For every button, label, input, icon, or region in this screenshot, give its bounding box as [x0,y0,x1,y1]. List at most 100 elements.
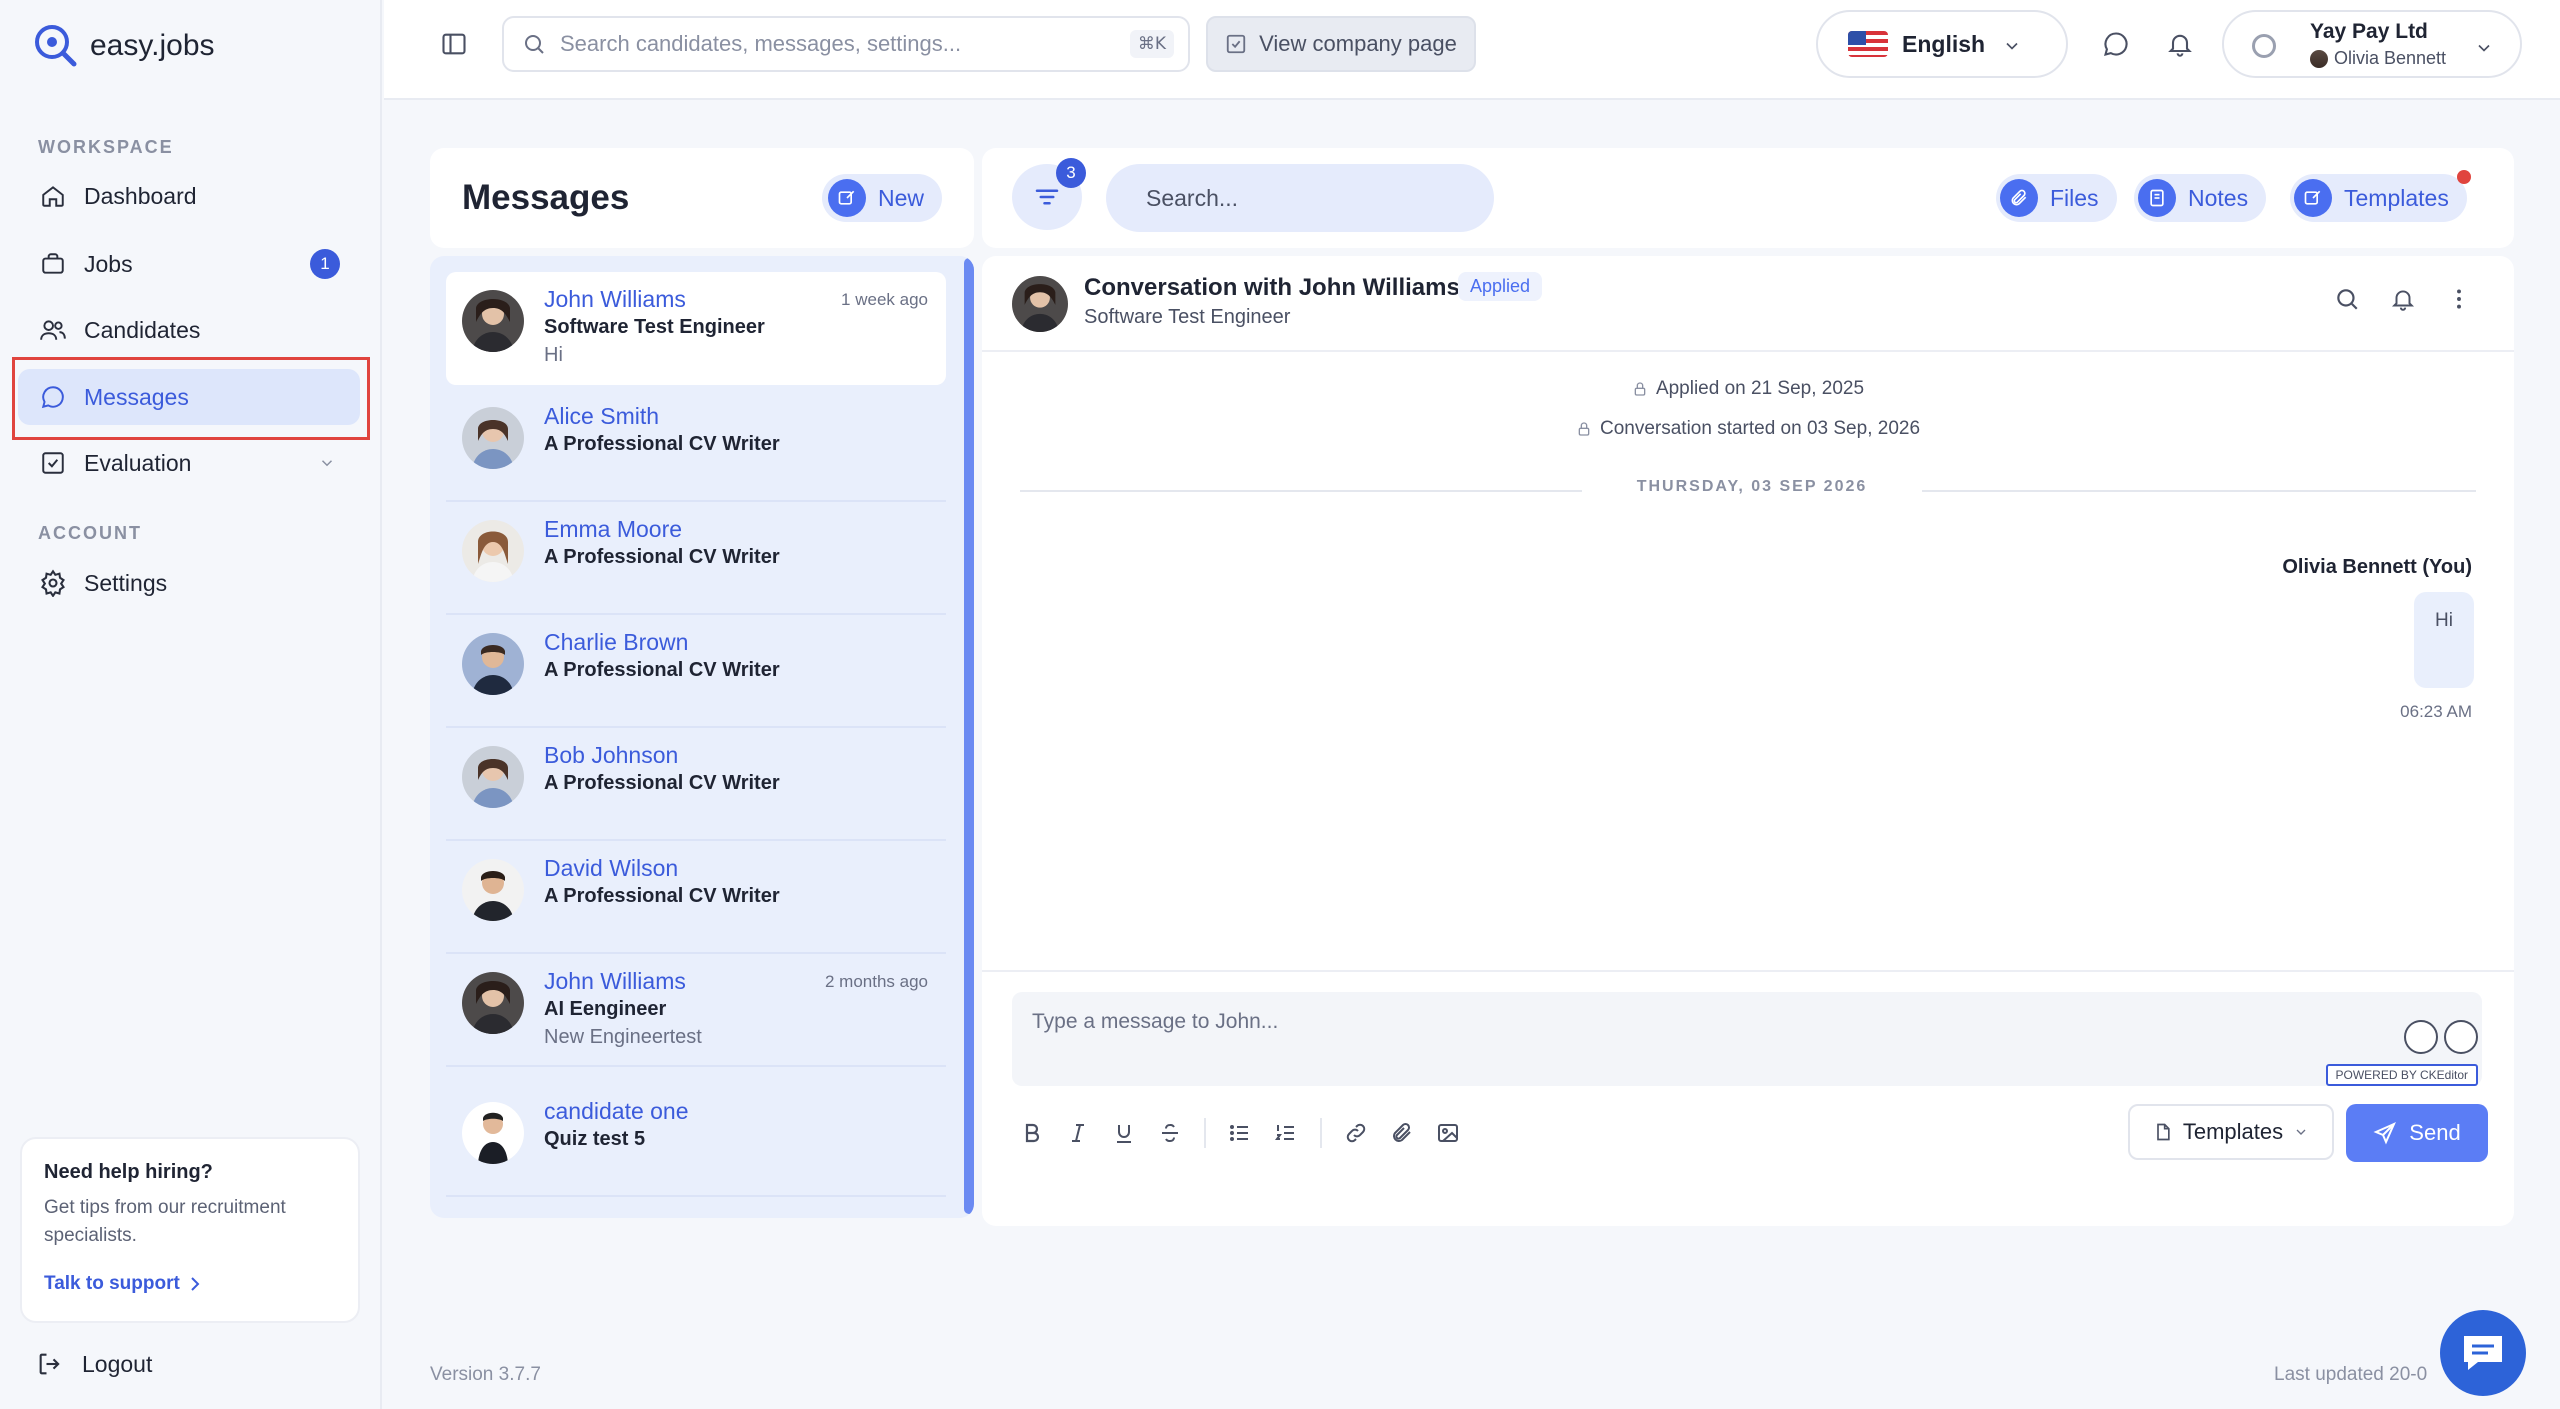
chevron-down-icon [2002,36,2022,56]
sidebar-item-candidates[interactable]: Candidates [18,302,360,358]
applied-on-line: Applied on 21 Sep, 2025 [982,378,2514,400]
view-company-page-label: View company page [1259,31,1457,56]
version-text: Version 3.7.7 [430,1364,541,1385]
notifications-button[interactable] [2166,30,2194,58]
jobs-count-badge: 1 [310,249,340,279]
search-icon[interactable] [2334,286,2360,312]
message-input[interactable]: Type a message to John... [1012,992,2482,1086]
messages-header: Messages New [430,148,974,248]
paperclip-icon[interactable] [1390,1121,1414,1145]
language-selector[interactable]: English [1816,10,2068,78]
profile-menu[interactable]: Yay Pay Ltd Olivia Bennett [2222,10,2522,78]
sidebar-item-label: Jobs [84,250,133,277]
templates-button[interactable]: Templates [2290,170,2471,222]
files-button[interactable]: Files [1996,174,2117,222]
workspace-section-label: WORKSPACE [38,137,174,157]
sidebar-item-dashboard[interactable]: Dashboard [18,168,360,224]
view-company-page-button[interactable]: View company page [1206,16,1476,72]
conversation-item[interactable]: Bob Johnson A Professional CV Writer [446,728,946,841]
avatar [462,972,524,1034]
sidebar-item-settings[interactable]: Settings [18,555,360,611]
sidebar-item-jobs[interactable]: Jobs 1 [18,236,360,292]
lock-icon [1634,382,1646,396]
link-icon[interactable] [1344,1121,1368,1145]
last-updated-text: Last updated 20-0 [2274,1364,2428,1385]
conversation-name: Emma Moore [544,516,683,542]
numbered-list-icon[interactable] [1274,1121,1298,1145]
easyjobs-logo-icon [35,25,77,67]
conversation-snippet: New Engineertest [544,1026,702,1048]
conversation-actions [2334,286,2472,312]
filter-count-badge: 3 [1056,158,1086,188]
status-badge: Applied [1458,272,1543,301]
conversation-item[interactable]: John Williams Software Test Engineer Hi … [446,272,946,385]
topbar: ⌘K View company page English Yay Pay Ltd… [384,0,2560,100]
chevron-down-icon [2474,38,2494,58]
logout-button[interactable]: Logout [36,1350,152,1378]
support-chat-button[interactable] [2440,1310,2526,1396]
strikethrough-icon[interactable] [1158,1121,1182,1145]
underline-icon[interactable] [1112,1121,1136,1145]
sidebar-item-label: Evaluation [84,449,192,476]
list-scrollbar[interactable] [964,258,974,1214]
conversation-item[interactable]: John Williams AI Eengineer New Engineert… [446,954,946,1067]
sidebar-item-label: Dashboard [84,182,197,209]
chevron-down-icon [318,454,336,472]
users-icon [38,315,68,345]
conversation-search-input[interactable]: Search... [1106,164,1494,232]
avatar [462,290,524,352]
italic-icon[interactable] [1066,1121,1090,1145]
company-name: Yay Pay Ltd [2310,20,2428,43]
bullet-list-icon[interactable] [1228,1121,1252,1145]
send-label: Send [2409,1120,2461,1145]
conversation-item[interactable]: Charlie Brown A Professional CV Writer [446,615,946,728]
conversation-name: Bob Johnson [544,742,679,768]
conversation-name: John Williams [544,968,686,994]
conversation-name: Charlie Brown [544,629,689,655]
new-message-button[interactable]: New [821,174,942,222]
notes-button[interactable]: Notes [2134,174,2267,222]
talk-to-support-link[interactable]: Talk to support [44,1273,202,1295]
formatting-toolbar [1020,1118,1460,1148]
sidebar-item-label: Settings [84,569,168,596]
edit-icon [2294,179,2332,217]
grammarly-widget[interactable] [2404,1020,2478,1054]
conversation-item[interactable]: Alice Smith A Professional CV Writer [446,389,946,502]
templates-dropdown-button[interactable]: Templates [2128,1104,2334,1160]
conversation-item[interactable]: David Wilson A Professional CV Writer [446,841,946,954]
bell-icon[interactable] [2390,286,2416,312]
global-search[interactable]: ⌘K [502,16,1190,72]
ckeditor-badge[interactable]: POWERED BY CKEditor [2325,1064,2478,1086]
help-card: Need help hiring? Get tips from our recr… [20,1137,360,1323]
more-vertical-icon[interactable] [2446,286,2472,312]
talk-to-support-label: Talk to support [44,1273,180,1294]
messages-top-button[interactable] [2102,30,2130,58]
image-icon[interactable] [1436,1121,1460,1145]
conversation-title: Conversation with John Williams [1084,274,1460,301]
global-search-input[interactable] [560,31,1100,57]
templates-label: Templates [2344,184,2449,211]
conversation-time: 1 week ago [841,290,928,309]
briefcase-icon [38,249,68,279]
message-time: 06:23 AM [2400,702,2472,721]
sidebar-toggle-button[interactable] [440,30,468,58]
brand-logo[interactable]: easy.jobs [32,22,215,70]
conversation-item[interactable]: Emma Moore A Professional CV Writer [446,502,946,615]
grammarly-icon [2444,1020,2478,1054]
lock-icon [1578,422,1590,436]
sidebar-item-evaluation[interactable]: Evaluation [18,435,360,491]
conversation-item[interactable]: candidate one Quiz test 5 [446,1084,946,1197]
paperclip-icon [2000,179,2038,217]
gear-icon [38,568,68,598]
avatar [462,407,524,469]
sidebar-toggle-icon [442,33,466,55]
templates-dropdown-label: Templates [2182,1119,2284,1144]
bold-icon[interactable] [1020,1121,1044,1145]
sidebar-item-label: Candidates [84,316,201,343]
user-name-row: Olivia Bennett [2310,48,2446,69]
notes-icon [2138,179,2176,217]
files-label: Files [2050,184,2099,211]
send-button[interactable]: Send [2346,1104,2488,1162]
edit-icon [827,179,866,217]
day-label: THURSDAY, 03 SEP 2026 [1582,478,1922,496]
